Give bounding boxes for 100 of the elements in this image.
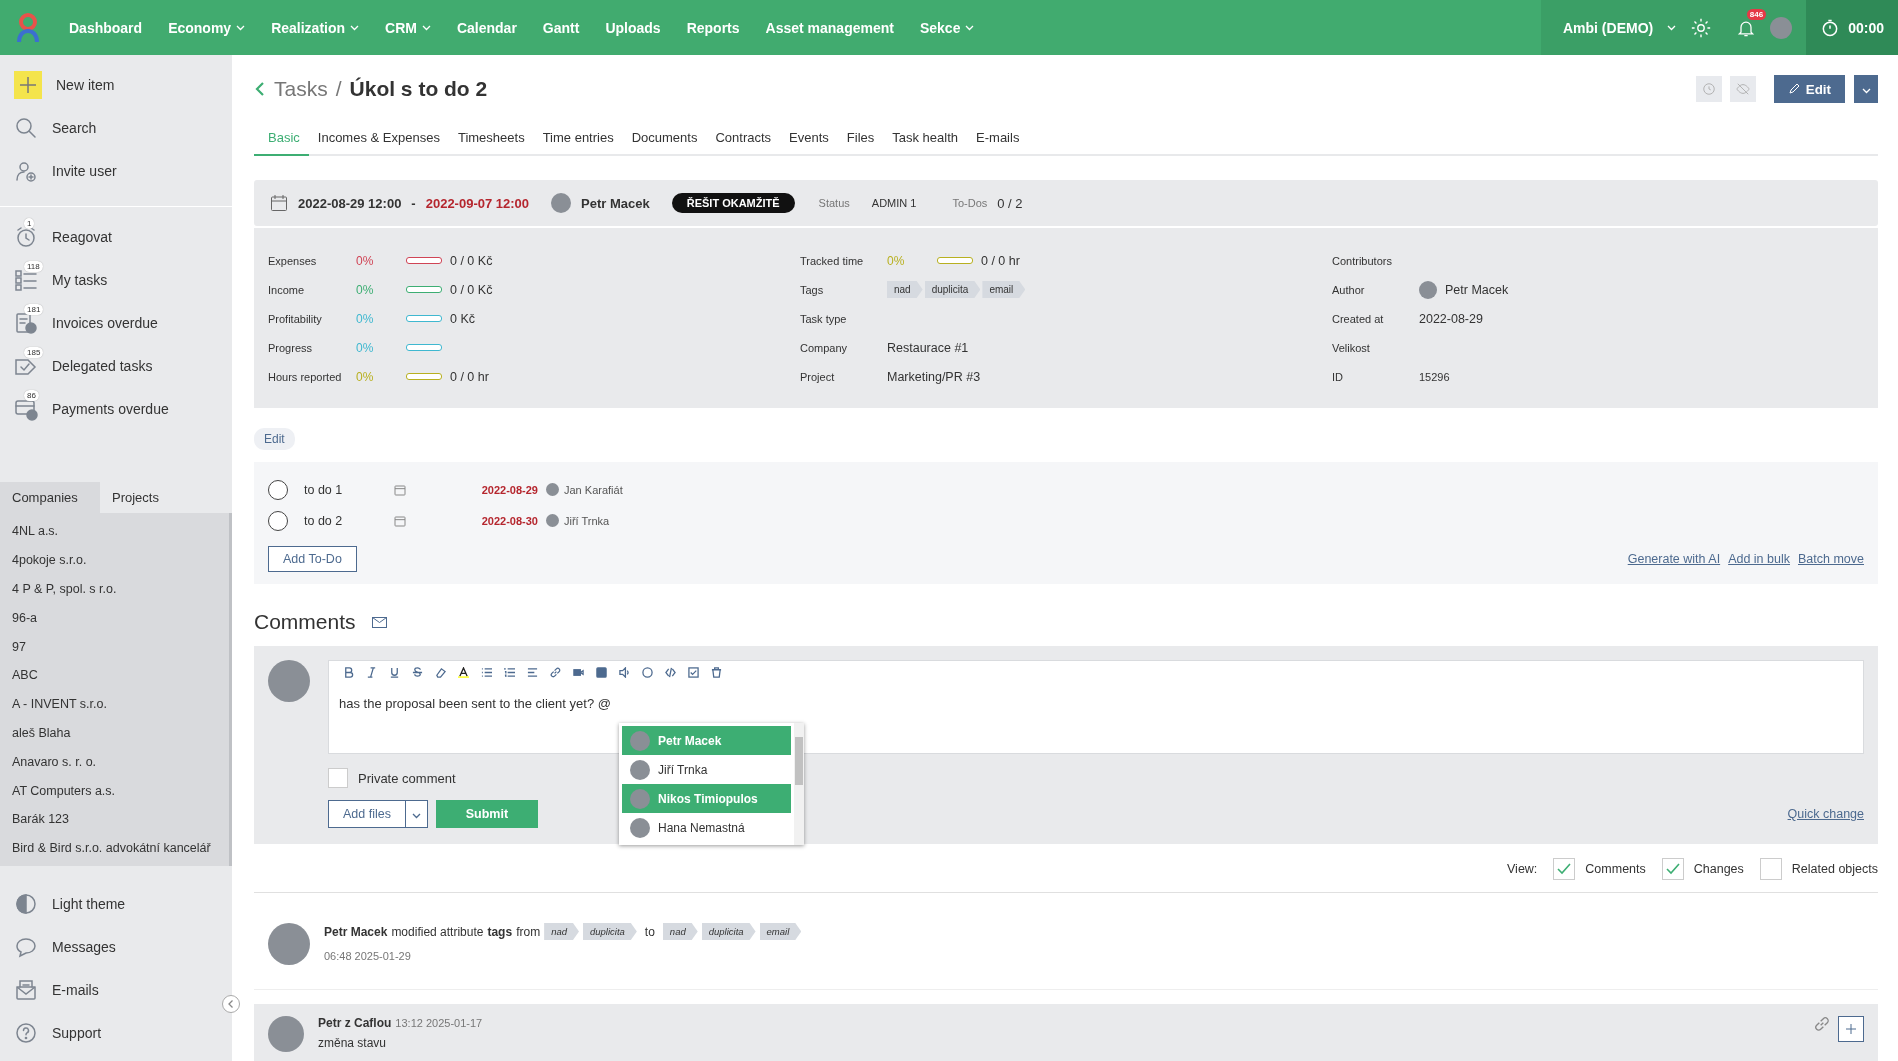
company-item[interactable]: Barák 123 [12,812,69,827]
company-item[interactable]: aleš Blaha [12,725,71,740]
sidebar-item[interactable]: Invoices overdue [52,314,158,331]
eraser-icon[interactable] [435,667,446,678]
bold-icon[interactable] [343,667,354,678]
user-avatar [546,483,559,496]
company-item[interactable]: 4 P & P, spol. s r.o. [12,582,117,596]
user-avatar [268,1016,304,1052]
field-value: 0 Kč [450,311,475,326]
company-item[interactable]: Anavaro s. r. o. [12,754,97,769]
add-files-button[interactable]: Add files [328,800,406,828]
add-files-menu-button[interactable] [405,800,428,828]
action-link[interactable]: Add in bulk [1728,552,1790,566]
sidebar-item[interactable]: Light theme [52,895,126,912]
video-icon[interactable] [573,667,584,678]
checkbox[interactable] [328,768,348,788]
edit-link[interactable]: Edit [254,428,295,450]
tab[interactable]: Timesheets [448,123,534,156]
speaker-icon[interactable] [619,667,630,678]
comment-body: změna stavu [318,1036,388,1050]
todo-checkbox[interactable] [268,510,288,531]
checkbox-icon[interactable] [688,667,699,678]
bullet-list-icon[interactable] [481,667,492,678]
tag: email [759,923,802,940]
timestamp: 13:12 2025-01-17 [395,1017,483,1029]
link-icon[interactable] [1814,1016,1830,1032]
numbered-list-icon[interactable] [504,667,515,678]
tab[interactable]: Contracts [706,123,781,156]
sidebar-item[interactable]: My tasks [52,271,108,288]
user-avatar [546,514,559,527]
sidebar-item[interactable]: Search [52,119,97,136]
sidebar-item[interactable]: Payments overdue [52,400,169,417]
timestamp: 06:48 2025-01-29 [324,950,412,962]
code-icon[interactable] [665,667,676,678]
user-avatar [268,660,310,702]
checkbox[interactable] [1759,858,1782,880]
company-item[interactable]: ABC [12,668,38,683]
underline-icon[interactable] [389,667,400,678]
link-icon[interactable] [550,667,561,678]
tab[interactable]: Incomes & Expenses [308,123,449,156]
sidebar-item[interactable]: Delegated tasks [52,357,153,374]
field-label: Velikost [1332,341,1371,354]
calendar-icon[interactable] [394,514,406,527]
action-link[interactable]: Batch move [1798,552,1864,566]
due-date: 2022-08-29 [480,483,538,496]
align-icon[interactable] [527,667,538,678]
user-avatar [630,817,650,838]
company-item[interactable]: 4pokoje s.r.o. [12,553,87,568]
contrast-icon [14,891,38,916]
sidebar-item[interactable]: Invite user [52,162,117,179]
tab[interactable]: Events [780,123,838,156]
calendar-icon[interactable] [394,483,406,496]
add-button[interactable] [1838,1016,1864,1042]
edit-button[interactable]: Edit [1773,75,1845,103]
sidebar-item[interactable]: Support [52,1024,102,1041]
checkbox[interactable] [1553,858,1576,880]
company-item[interactable]: 97 [12,639,26,654]
action-link[interactable]: Generate with AI [1627,552,1721,566]
tab[interactable]: Time entries [533,123,623,156]
tab[interactable]: Task health [883,123,968,156]
strikethrough-icon[interactable] [412,667,423,678]
count-badge: 185 [24,346,44,358]
todo-checkbox[interactable] [268,479,288,500]
company-item[interactable]: Bird & Bird s.r.o. advokátní kancelář [12,841,211,856]
add-todo-button[interactable]: Add To-Do [268,546,357,572]
tab[interactable]: Documents [622,123,707,156]
sidebar-item[interactable]: Messages [52,938,116,955]
assignee-name: Jan Karafiát [564,483,623,496]
alarm-clock-icon [14,224,38,249]
tab[interactable]: Files [837,123,884,156]
company-item[interactable]: 4NL a.s. [12,524,59,539]
scrollbar[interactable] [794,723,804,845]
field-label: Project [800,370,836,383]
company-item[interactable]: 96-a [12,610,38,625]
trash-icon[interactable] [711,667,722,678]
tab[interactable]: E-mails [967,123,1029,156]
field-label: Tags [800,283,825,296]
sidebar-tab[interactable]: Companies [0,482,100,513]
count-badge: 118 [24,260,43,272]
invoice-icon [14,310,38,335]
user-avatar [1419,280,1437,299]
sidebar-item[interactable]: E-mails [52,981,99,998]
highlight-icon[interactable] [458,667,469,678]
breadcrumb-link[interactable]: Tasks [274,77,328,101]
field-value: Marketing/PR #3 [887,369,981,384]
quick-change-link[interactable]: Quick change [1787,807,1864,821]
todos-label: To-Dos [952,197,988,209]
company-item[interactable]: AT Computers a.s. [12,783,116,798]
sidebar-item[interactable]: Reagovat [52,228,112,245]
italic-icon[interactable] [366,667,377,678]
checkbox[interactable] [1661,858,1684,880]
envelope-icon[interactable] [371,616,387,628]
company-item[interactable]: A - INVENT s.r.o. [12,697,107,712]
sidebar-item[interactable]: New item [56,76,115,93]
priority-badge: ŘEŠIT OKAMŽITĚ [671,193,795,213]
settings-icon[interactable] [1690,16,1713,39]
action-text: modified attribute [391,924,484,939]
user-avatar [1770,16,1793,39]
percent-value: 0% [356,282,375,297]
back-icon[interactable] [254,81,266,97]
